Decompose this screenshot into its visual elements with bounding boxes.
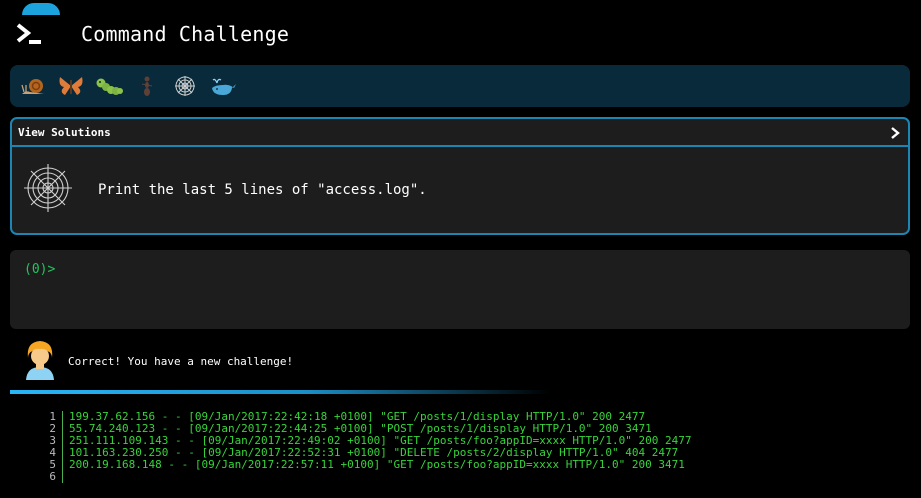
challenge-body: Print the last 5 lines of "access.log". (12, 147, 908, 233)
line-number: 6 (40, 471, 63, 483)
level-spiderweb-icon[interactable] (170, 71, 200, 101)
level-ant-icon[interactable] (132, 71, 162, 101)
level-selector (10, 65, 910, 107)
output-divider (10, 390, 550, 394)
terminal-prompt: (0)> (24, 262, 56, 277)
level-butterfly-icon[interactable] (56, 71, 86, 101)
command-output: 1 199.37.62.156 - - [09/Jan/2017:22:42:1… (40, 411, 692, 483)
command-input[interactable] (62, 258, 896, 282)
terminal-icon[interactable] (10, 14, 50, 54)
app-header: Command Challenge (10, 14, 289, 54)
spiderweb-icon (22, 162, 74, 218)
challenge-card: View Solutions Print the last 5 lines of… (10, 117, 910, 235)
level-snail-icon[interactable] (18, 71, 48, 101)
person-icon (22, 338, 58, 384)
output-line: 6 (40, 471, 692, 483)
terminal-panel[interactable]: (0)> (10, 250, 910, 329)
feedback-message: Correct! You have a new challenge! (68, 354, 294, 368)
app-page: Command Challenge View Solutions Print t… (0, 0, 921, 498)
output-line: 5 200.19.168.148 - - [09/Jan/2017:22:57:… (40, 459, 692, 471)
level-whale-icon[interactable] (208, 71, 238, 101)
challenge-prompt: Print the last 5 lines of "access.log". (98, 182, 427, 198)
level-caterpillar-icon[interactable] (94, 71, 124, 101)
output-text: 200.19.168.148 - - [09/Jan/2017:22:57:11… (69, 458, 685, 471)
chevron-right-icon[interactable] (888, 125, 902, 139)
view-solutions-label: View Solutions (18, 125, 111, 139)
feedback-row: Correct! You have a new challenge! (22, 338, 293, 384)
view-solutions-toggle[interactable]: View Solutions (12, 119, 908, 147)
app-title: Command Challenge (81, 22, 290, 46)
